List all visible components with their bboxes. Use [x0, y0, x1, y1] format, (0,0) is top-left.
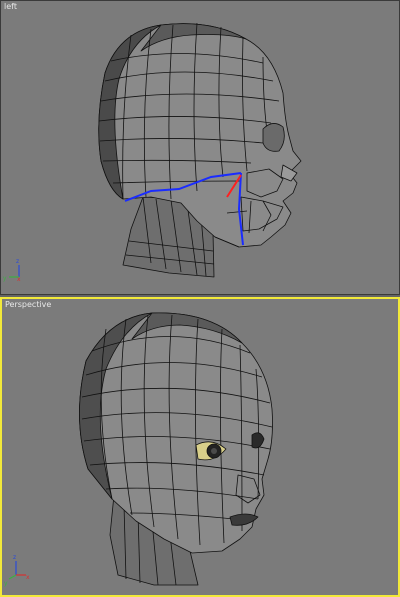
viewport-perspective[interactable]: Perspective z y x: [0, 297, 400, 597]
svg-text:y: y: [4, 580, 8, 587]
svg-text:x: x: [17, 276, 21, 283]
axis-tripod-icon: z y x: [4, 554, 30, 587]
svg-text:z: z: [16, 258, 19, 265]
svg-text:x: x: [26, 574, 30, 581]
svg-text:z: z: [13, 554, 16, 561]
viewport-left[interactable]: left z y x: [0, 0, 400, 295]
svg-text:y: y: [3, 275, 7, 282]
axis-tripod-icon: z y x: [3, 258, 21, 283]
